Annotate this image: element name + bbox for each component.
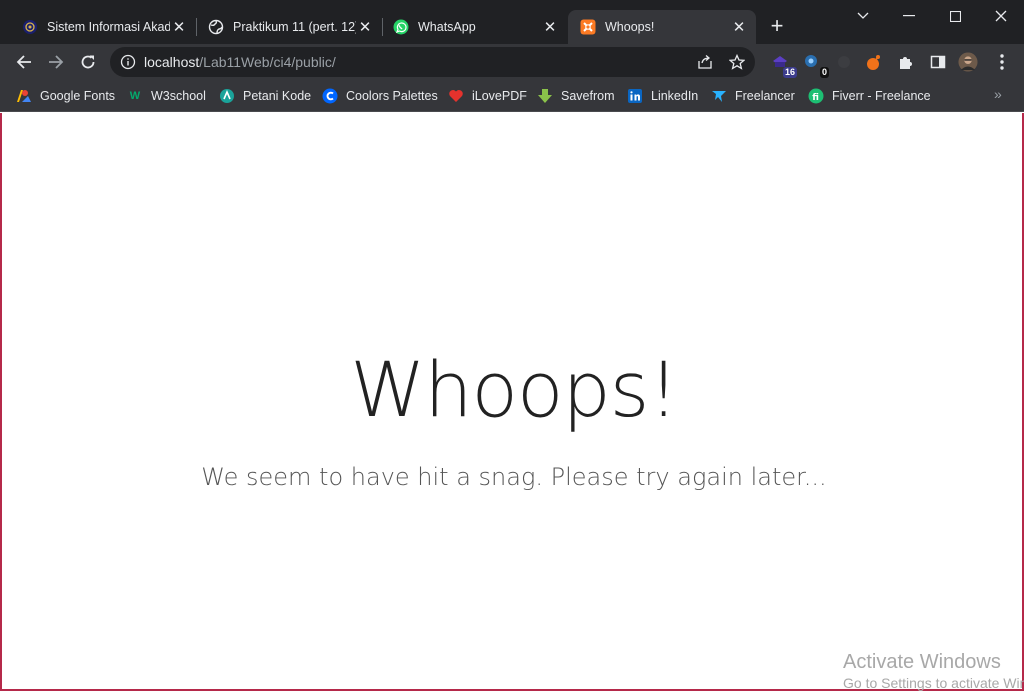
extension-3-icon[interactable]	[834, 52, 854, 72]
bookmark-coolors[interactable]: Coolors Palettes	[322, 86, 438, 106]
address-bar[interactable]: localhost/Lab11Web/ci4/public/	[110, 47, 755, 77]
svg-text:fi: fi	[812, 93, 819, 103]
whatsapp-icon	[393, 19, 409, 35]
close-tab-icon[interactable]: ✕	[730, 18, 748, 36]
extension-1-badge: 16	[782, 67, 797, 78]
extensions-puzzle-icon[interactable]	[896, 52, 916, 72]
page-viewport: Whoops! We seem to have hit a snag. Plea…	[0, 113, 1024, 691]
bookmark-label: Fiverr - Freelance	[832, 89, 931, 103]
maximize-button[interactable]	[932, 4, 978, 28]
tab-whoops[interactable]: Whoops! ✕	[568, 10, 756, 44]
fiverr-icon: fi	[808, 88, 824, 104]
bookmark-freelancer[interactable]: Freelancer	[711, 86, 795, 106]
globe-icon	[208, 19, 224, 35]
google-fonts-icon	[16, 88, 32, 104]
bookmark-label: iLovePDF	[472, 89, 527, 103]
tab-strip: Sistem Informasi Akade ✕ Praktikum 11 (p…	[0, 0, 1024, 44]
coolors-icon	[322, 88, 338, 104]
tab-title: Praktikum 11 (pert. 12)	[233, 20, 356, 34]
bookmark-label: Petani Kode	[243, 89, 312, 103]
bookmark-google-fonts[interactable]: Google Fonts	[16, 86, 115, 106]
tab-title: Whoops!	[605, 20, 655, 34]
extension-4-icon[interactable]	[864, 52, 884, 72]
new-tab-button[interactable]: +	[766, 15, 788, 37]
site-info-icon[interactable]	[120, 54, 136, 70]
bookmark-w3school[interactable]: W W3school	[127, 86, 206, 106]
forward-button[interactable]	[44, 50, 68, 74]
bookmark-label: W3school	[151, 89, 206, 103]
ilovepdf-icon	[448, 88, 464, 104]
petani-kode-icon	[219, 88, 235, 104]
share-icon[interactable]	[696, 53, 714, 71]
activate-windows-subtitle: Go to Settings to activate Windows.	[843, 675, 1024, 691]
bookmark-linkedin[interactable]: LinkedIn	[627, 86, 698, 106]
bookmark-savefrom[interactable]: Savefrom	[537, 86, 615, 106]
bookmark-petani-kode[interactable]: Petani Kode	[219, 86, 311, 106]
bookmark-star-icon[interactable]	[728, 53, 746, 71]
menu-kebab-icon[interactable]	[992, 52, 1012, 72]
error-headline: Whoops!	[350, 345, 679, 434]
xampp-icon	[580, 19, 596, 35]
tab-whatsapp[interactable]: WhatsApp ✕	[371, 10, 567, 44]
bookmark-label: Coolors Palettes	[346, 89, 438, 103]
tab-praktikum[interactable]: Praktikum 11 (pert. 12) ✕	[186, 10, 382, 44]
back-button[interactable]	[12, 50, 36, 74]
bookmark-label: Freelancer	[735, 89, 795, 103]
savefrom-icon	[537, 88, 553, 104]
extension-2-icon[interactable]: 0	[802, 52, 829, 78]
profile-avatar[interactable]	[958, 52, 978, 72]
close-window-button[interactable]	[978, 4, 1024, 28]
extension-2-badge: 0	[819, 67, 829, 78]
tab-search-chevron-icon[interactable]	[840, 4, 886, 28]
minimize-button[interactable]	[886, 4, 932, 28]
extension-1-icon[interactable]: 16	[770, 52, 797, 78]
tab-sistem-informasi[interactable]: Sistem Informasi Akade ✕	[0, 10, 196, 44]
activate-windows-title: Activate Windows	[843, 651, 1001, 673]
url-host: localhost	[144, 54, 200, 70]
side-panel-icon[interactable]	[928, 52, 948, 72]
w3schools-icon: W	[129, 90, 141, 102]
bookmark-label: LinkedIn	[651, 89, 699, 103]
tab-title: Sistem Informasi Akade	[47, 20, 170, 34]
university-logo-icon	[22, 19, 38, 35]
bookmarks-bar: Google Fonts W W3school Petani Kode Cool…	[0, 80, 1024, 112]
reload-button[interactable]	[76, 50, 100, 74]
freelancer-icon	[711, 88, 727, 104]
bookmark-fiverr[interactable]: fi Fiverr - Freelance	[808, 86, 931, 106]
bookmark-ilovepdf[interactable]: iLovePDF	[448, 86, 527, 106]
bookmark-label: Savefrom	[561, 89, 615, 103]
linkedin-icon	[627, 88, 643, 104]
close-tab-icon[interactable]: ✕	[541, 18, 559, 36]
url-path: /Lab11Web/ci4/public/	[199, 54, 336, 70]
error-message: We seem to have hit a snag. Please try a…	[201, 463, 827, 491]
tab-title: WhatsApp	[418, 20, 476, 34]
more-bookmarks-icon[interactable]: »	[994, 86, 1002, 102]
browser-toolbar: localhost/Lab11Web/ci4/public/ 16 0	[0, 44, 1024, 80]
bookmark-label: Google Fonts	[40, 89, 116, 103]
